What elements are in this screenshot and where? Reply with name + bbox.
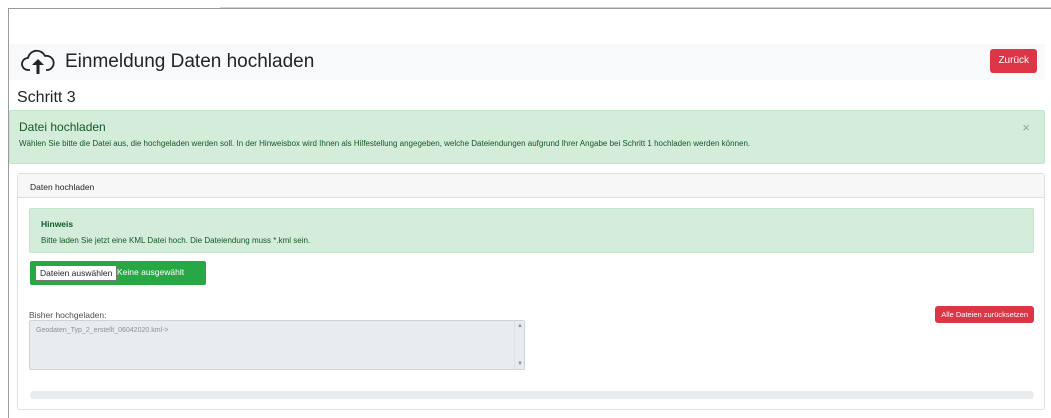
upload-progress-bar [30, 391, 1034, 399]
hint-title: Hinweis [41, 219, 74, 229]
close-icon[interactable]: × [1022, 120, 1030, 135]
alert-title: Datei hochladen [19, 120, 106, 134]
scroll-up-icon[interactable]: ▲ [517, 323, 523, 329]
step-title: Schritt 3 [17, 89, 76, 106]
back-button[interactable]: Zurück [990, 49, 1037, 73]
file-status: Keine ausgewählt [117, 267, 185, 277]
page-title: Einmeldung Daten hochladen [65, 51, 315, 72]
page-header: Einmeldung Daten hochladen Zurück [9, 44, 1045, 80]
hint-box: Hinweis Bitte laden Sie jetzt eine KML D… [29, 208, 1034, 253]
uploaded-label: Bisher hochgeladen: [29, 310, 107, 320]
choose-files-button[interactable]: Dateien auswählen [35, 265, 118, 281]
upload-alert: Datei hochladen Wählen Sie bitte die Dat… [9, 110, 1045, 164]
uploaded-files-value: Geodaten_Typ_2_erstellt_06042020.kml-> [36, 327, 169, 334]
top-divider [220, 0, 1051, 8]
uploaded-files-textarea[interactable]: Geodaten_Typ_2_erstellt_06042020.kml-> ▲… [29, 320, 525, 370]
textarea-scrollbar[interactable]: ▲ ▼ [514, 321, 524, 369]
reset-files-button[interactable]: Alle Dateien zurücksetzen [935, 306, 1034, 323]
alert-text: Wählen Sie bitte die Datei aus, die hoch… [19, 139, 751, 148]
scroll-down-icon[interactable]: ▼ [517, 361, 523, 367]
hint-text: Bitte laden Sie jetzt eine KML Datei hoc… [41, 236, 311, 245]
upload-card: Daten hochladen Hinweis Bitte laden Sie … [17, 173, 1045, 410]
card-header: Daten hochladen [18, 174, 1044, 198]
cloud-upload-icon [21, 49, 55, 75]
file-picker[interactable]: Dateien auswählen Keine ausgewählt [30, 261, 206, 285]
